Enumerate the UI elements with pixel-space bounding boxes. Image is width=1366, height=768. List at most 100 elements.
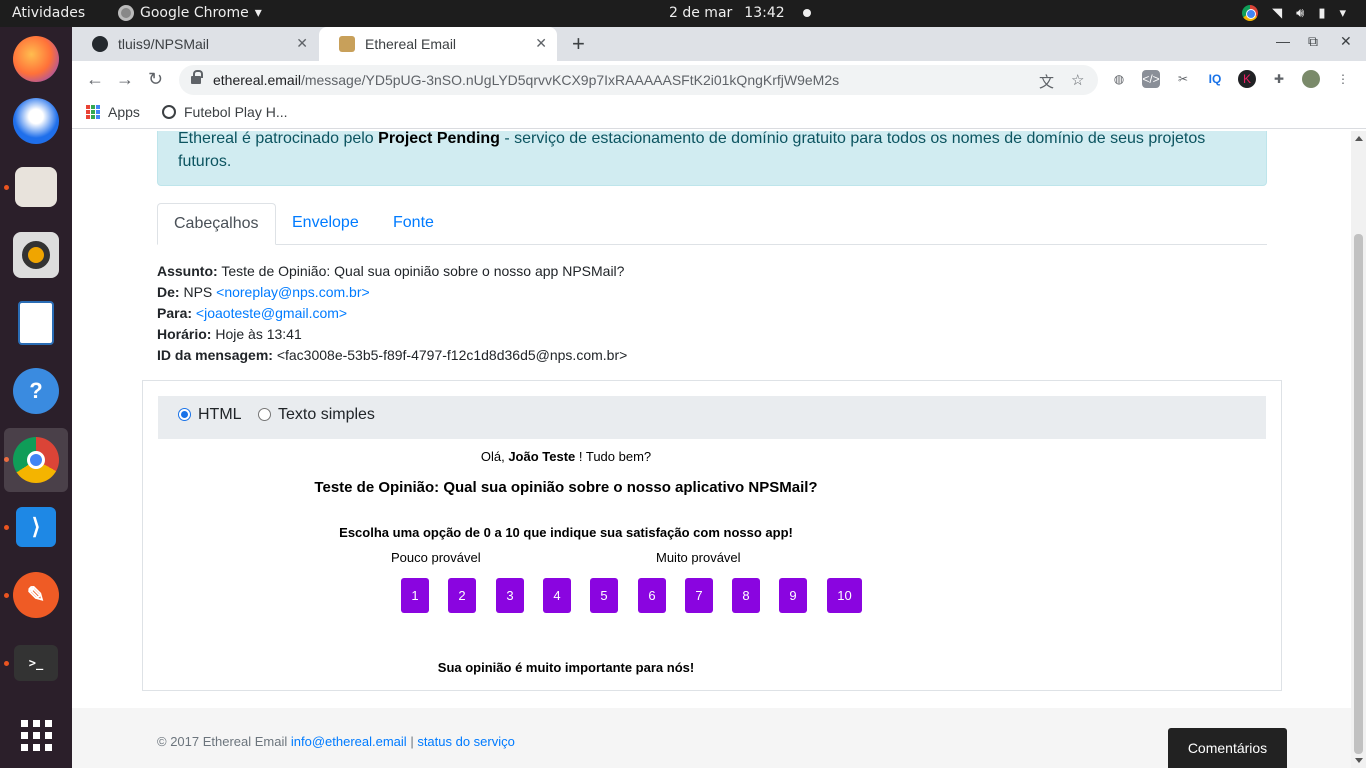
tab-ethereal[interactable]: Ethereal Email ✕ <box>319 27 557 61</box>
rhythmbox-icon <box>13 232 59 278</box>
nps-score-button-3[interactable]: 3 <box>496 578 524 613</box>
close-icon[interactable]: ✕ <box>296 35 308 52</box>
nps-score-button-4[interactable]: 4 <box>543 578 571 613</box>
dock-rhythmbox[interactable] <box>4 223 68 287</box>
minimize-icon[interactable]: — <box>1276 33 1290 49</box>
tab-source[interactable]: Fonte <box>377 203 450 245</box>
avatar[interactable] <box>1302 70 1320 88</box>
reload-icon[interactable]: ↻ <box>148 69 163 90</box>
feedback-button[interactable]: Comentários <box>1168 728 1287 768</box>
nps-score-button-6[interactable]: 6 <box>638 578 666 613</box>
header-message-id: ID da mensagem: <fac3008e-53b5-f89f-4797… <box>157 345 627 366</box>
globe-extension-icon[interactable]: ◍ <box>1110 70 1128 88</box>
dock-terminal[interactable]: >_ <box>4 631 68 695</box>
star-icon[interactable]: ☆ <box>1071 71 1084 89</box>
forward-icon[interactable]: → <box>116 69 134 90</box>
ethereal-favicon-icon <box>339 36 355 52</box>
close-icon[interactable]: ✕ <box>535 35 547 52</box>
puzzle-icon[interactable]: ✚ <box>1270 70 1288 88</box>
firefox-icon <box>13 36 59 82</box>
scroll-up-icon[interactable] <box>1355 136 1363 141</box>
alert-bold[interactable]: Project Pending <box>378 131 500 147</box>
page-viewport: Ethereal é patrocinado pelo Project Pend… <box>72 131 1366 768</box>
nps-score-button-9[interactable]: 9 <box>779 578 807 613</box>
dock: ? ⟩ ✎ >_ <box>0 27 72 768</box>
dock-show-apps[interactable] <box>4 703 68 767</box>
header-to: Para: <joaoteste@gmail.com> <box>157 303 627 324</box>
header-label: Assunto: <box>157 263 218 279</box>
sponsor-alert: Ethereal é patrocinado pelo Project Pend… <box>157 131 1267 186</box>
dock-thunderbird[interactable] <box>4 89 68 153</box>
volume-icon: 🔊︎ <box>1296 5 1305 21</box>
back-icon[interactable]: ← <box>86 69 104 90</box>
html-radio-label[interactable]: HTML <box>198 406 242 424</box>
email-title: Teste de Opinião: Qual sua opinião sobre… <box>314 479 818 496</box>
html-radio[interactable] <box>178 408 191 421</box>
libreoffice-writer-icon <box>18 301 54 345</box>
k-extension-icon[interactable]: K <box>1238 70 1256 88</box>
nps-score-button-5[interactable]: 5 <box>590 578 618 613</box>
dock-chrome[interactable] <box>4 428 68 492</box>
from-email-link[interactable]: <noreplay@nps.com.br> <box>216 284 370 300</box>
translate-icon[interactable]: 文 <box>1039 71 1054 92</box>
close-window-icon[interactable]: ✕ <box>1340 33 1352 50</box>
activities-button[interactable]: Atividades <box>12 5 85 21</box>
address-bar[interactable]: ethereal.email/message/YD5pUG-3nSO.nUgLY… <box>179 65 1098 95</box>
scrollbar-thumb[interactable] <box>1354 234 1363 754</box>
new-tab-icon[interactable]: + <box>572 31 585 57</box>
lock-icon <box>191 70 203 85</box>
tab-github[interactable]: tluis9/NPSMail ✕ <box>72 27 318 61</box>
iq-extension-icon[interactable]: IQ <box>1206 70 1224 88</box>
to-email-link[interactable]: <joaoteste@gmail.com> <box>196 305 347 321</box>
url-path: /message/YD5pUG-3nSO.nUgLYD5qrvvKCX9p7Ix… <box>300 72 840 88</box>
page-scrollbar[interactable] <box>1351 131 1366 768</box>
nps-score-button-1[interactable]: 1 <box>401 578 429 613</box>
dock-postman[interactable]: ✎ <box>4 563 68 627</box>
devtools-extension-icon[interactable]: </> <box>1142 70 1160 88</box>
header-subject: Assunto: Teste de Opinião: Qual sua opin… <box>157 261 627 282</box>
tab-strip: tluis9/NPSMail ✕ Ethereal Email ✕ + — ⧉ … <box>72 27 1366 61</box>
dock-writer[interactable] <box>4 291 68 355</box>
footer-text: © 2017 Ethereal Email info@ethereal.emai… <box>157 734 515 749</box>
message-tabs: Cabeçalhos Envelope Fonte <box>157 203 1267 245</box>
vscode-icon: ⟩ <box>16 507 56 547</box>
dock-files[interactable] <box>4 155 68 219</box>
greeting-name: João Teste <box>508 449 576 464</box>
wifi-icon: ◥ <box>1272 5 1283 21</box>
alert-text: Ethereal é patrocinado pelo <box>178 131 379 147</box>
files-icon <box>15 167 57 207</box>
dock-firefox[interactable] <box>4 27 68 91</box>
nps-score-button-10[interactable]: 10 <box>827 578 862 613</box>
footer-status-link[interactable]: status do serviço <box>417 734 515 749</box>
nps-score-buttons: 1 2 3 4 5 6 7 8 9 10 <box>401 578 881 613</box>
clock[interactable]: 2 de mar 13:42 <box>669 5 811 21</box>
bookmark-futebol[interactable]: Futebol Play H... <box>162 104 288 120</box>
nps-score-button-8[interactable]: 8 <box>732 578 760 613</box>
plain-text-radio-label[interactable]: Texto simples <box>278 406 375 424</box>
email-greeting: Olá, João Teste ! Tudo bem? <box>158 449 974 464</box>
system-tray[interactable]: ◥ 🔊︎ ▮ ▾ <box>1242 5 1346 21</box>
header-value: Hoje às 13:41 <box>215 326 302 342</box>
chrome-tray-icon[interactable] <box>1242 5 1259 21</box>
scroll-down-icon[interactable] <box>1355 758 1363 763</box>
kebab-menu-icon[interactable]: ⋮ <box>1334 70 1352 88</box>
dock-help[interactable]: ? <box>4 359 68 423</box>
message-headers: Assunto: Teste de Opinião: Qual sua opin… <box>157 261 627 366</box>
bookmark-apps[interactable]: Apps <box>86 104 140 120</box>
header-value: <fac3008e-53b5-f89f-4797-f12c1d8d36d5@np… <box>276 347 628 363</box>
tab-headers[interactable]: Cabeçalhos <box>157 203 276 245</box>
footer-email-link[interactable]: info@ethereal.email <box>291 734 407 749</box>
tool-extension-icon[interactable]: ✂ <box>1174 70 1192 88</box>
app-menu[interactable]: Google Chrome ▾ <box>118 5 262 21</box>
chevron-down-icon: ▾ <box>1339 5 1346 21</box>
header-label: Para: <box>157 305 193 321</box>
nps-score-button-7[interactable]: 7 <box>685 578 713 613</box>
dock-vscode[interactable]: ⟩ <box>4 495 68 559</box>
nps-score-button-2[interactable]: 2 <box>448 578 476 613</box>
header-value: Teste de Opinião: Qual sua opinião sobre… <box>221 263 625 279</box>
tab-envelope[interactable]: Envelope <box>276 203 375 245</box>
restore-icon[interactable]: ⧉ <box>1308 33 1318 50</box>
browser-toolbar: ← → ↻ ethereal.email/message/YD5pUG-3nSO… <box>72 61 1366 99</box>
plain-text-radio[interactable] <box>258 408 271 421</box>
apps-grid-icon <box>86 105 100 119</box>
